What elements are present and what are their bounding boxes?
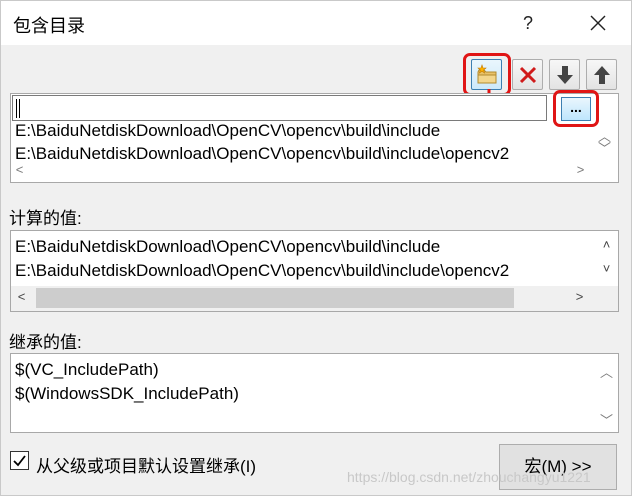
scroll-left-icon[interactable]: < bbox=[13, 289, 30, 304]
evaluated-list: E:\BaiduNetdiskDownload\OpenCV\opencv\bu… bbox=[10, 230, 619, 312]
include-directories-dialog: 包含目录 ? E:\BaiduNetdiskDownload\OpenCV\op… bbox=[0, 0, 632, 496]
scroll-up-icon[interactable]: ˄ bbox=[598, 237, 615, 252]
scroll-left-icon[interactable]: < bbox=[11, 162, 28, 177]
list-item: $(WindowsSDK_IncludePath) bbox=[15, 384, 239, 403]
scroll-thumb[interactable] bbox=[36, 288, 514, 308]
directory-edit-field[interactable] bbox=[12, 95, 547, 121]
inherited-label: 继承的值: bbox=[9, 333, 82, 352]
inherited-list: $(VC_IncludePath) $(WindowsSDK_IncludePa… bbox=[10, 353, 619, 433]
scroll-down-icon[interactable]: ﹀ bbox=[596, 138, 613, 157]
window-title: 包含目录 bbox=[13, 16, 85, 36]
scroll-down-icon[interactable]: ﹀ bbox=[598, 410, 615, 429]
checkmark-icon bbox=[13, 455, 26, 467]
list-item: E:\BaiduNetdiskDownload\OpenCV\opencv\bu… bbox=[15, 237, 441, 256]
watermark: https://blog.csdn.net/zhouchangyu1221 bbox=[347, 469, 591, 485]
title-bar: 包含目录 ? bbox=[1, 1, 631, 45]
help-button[interactable]: ? bbox=[505, 1, 551, 45]
inherit-checkbox-label[interactable]: 从父级或项目默认设置继承(I) bbox=[36, 452, 256, 477]
scroll-right-icon[interactable]: > bbox=[571, 289, 588, 304]
list-item: $(VC_IncludePath) bbox=[15, 360, 159, 379]
scroll-up-icon[interactable]: ︿ bbox=[598, 362, 615, 381]
scroll-right-icon[interactable]: > bbox=[572, 162, 589, 177]
close-button[interactable] bbox=[575, 1, 621, 45]
horizontal-scrollbar[interactable]: < > bbox=[11, 286, 618, 311]
directories-list[interactable]: E:\BaiduNetdiskDownload\OpenCV\opencv\bu… bbox=[10, 93, 619, 183]
caret bbox=[16, 99, 17, 118]
list-item: E:\BaiduNetdiskDownload\OpenCV\opencv\bu… bbox=[15, 261, 510, 280]
inherit-checkbox[interactable] bbox=[10, 451, 29, 470]
new-folder-icon bbox=[477, 64, 497, 84]
delete-icon bbox=[519, 66, 537, 84]
move-up-icon bbox=[594, 66, 610, 84]
move-up-button[interactable] bbox=[586, 59, 617, 90]
evaluated-label: 计算的值: bbox=[9, 209, 82, 228]
close-icon bbox=[590, 15, 606, 31]
new-line-button[interactable] bbox=[471, 59, 502, 90]
caret bbox=[19, 99, 20, 118]
scroll-down-icon[interactable]: ˅ bbox=[598, 261, 615, 276]
list-item[interactable]: E:\BaiduNetdiskDownload\OpenCV\opencv\bu… bbox=[15, 121, 440, 141]
delete-line-button[interactable] bbox=[512, 59, 543, 90]
browse-button[interactable]: ... bbox=[561, 97, 591, 121]
move-down-button[interactable] bbox=[549, 59, 580, 90]
move-down-icon bbox=[557, 66, 573, 84]
list-item[interactable]: E:\BaiduNetdiskDownload\OpenCV\opencv\bu… bbox=[15, 144, 509, 164]
